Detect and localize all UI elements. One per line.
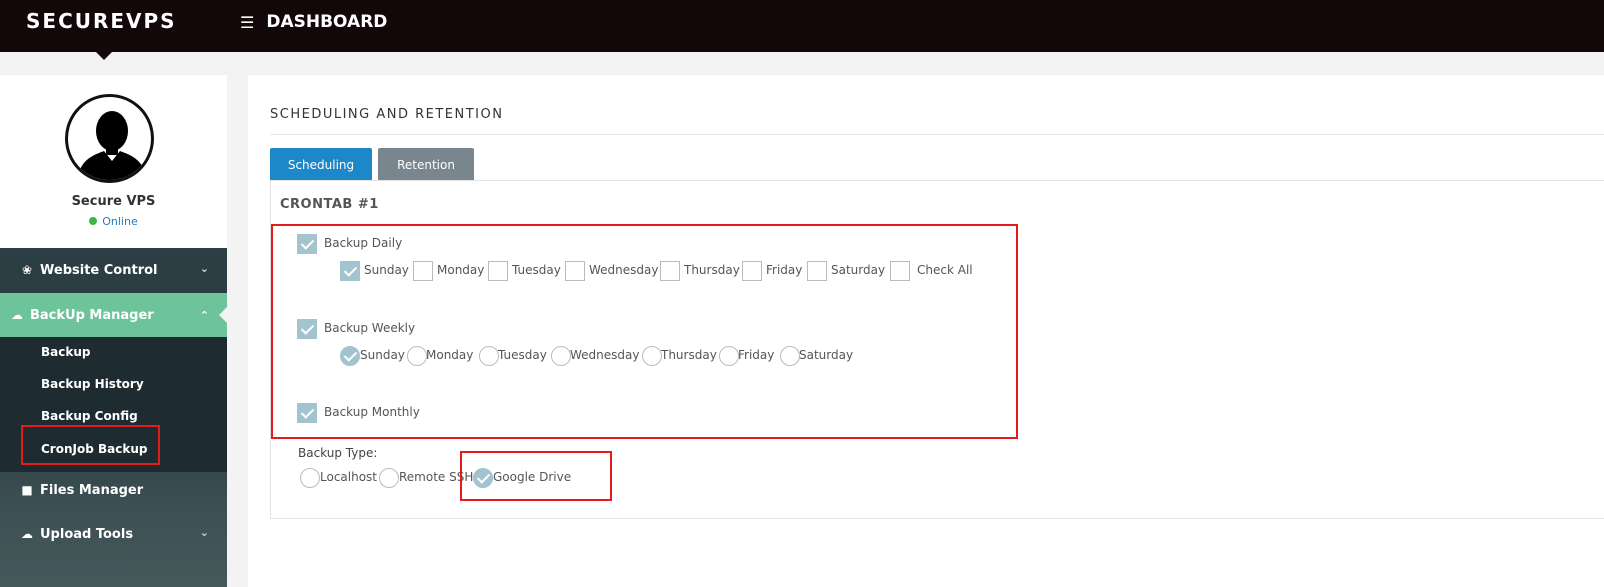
active-indicator — [219, 307, 227, 323]
profile-panel: Secure VPS Online — [0, 75, 227, 248]
chevron-down-icon: ⌄ — [199, 262, 209, 275]
sidebar-item-label: BackUp Manager — [30, 307, 154, 323]
sidebar-nav: ❀ Website Control ⌄ ☁ BackUp Manager ⌃ B… — [0, 248, 227, 587]
menu-toggle-button[interactable]: ☰ DASHBOARD — [240, 12, 387, 32]
sidebar-item-label: Files Manager — [40, 482, 144, 498]
tab-retention[interactable]: Retention — [378, 148, 474, 181]
chevron-up-icon: ⌃ — [199, 309, 209, 322]
backup-type-localhost-radio[interactable] — [300, 468, 320, 488]
sidebar-item-label: Upload Tools — [40, 526, 134, 542]
submenu-backup-config[interactable]: Backup Config — [41, 409, 138, 423]
sidebar-item-label: Website Control — [40, 262, 158, 278]
hamburger-icon: ☰ — [240, 12, 255, 32]
status-text: Online — [102, 215, 138, 228]
cloud-upload-icon: ☁ — [21, 527, 33, 541]
top-bar: SECUREVPS ☰ DASHBOARD — [0, 0, 1604, 52]
sidebar-item-files-manager[interactable]: ■ Files Manager — [0, 468, 227, 512]
profile-name: Secure VPS — [71, 194, 156, 209]
highlight-box — [460, 451, 612, 501]
sidebar: Secure VPS Online ❀ Website Control ⌄ ☁ … — [0, 75, 227, 587]
submenu-backup-history[interactable]: Backup History — [41, 377, 144, 391]
backup-type-remote-ssh-radio[interactable] — [379, 468, 399, 488]
brand-caret-icon — [96, 52, 112, 60]
backup-type-label: Backup Type: — [298, 446, 378, 460]
user-silhouette-icon — [76, 111, 148, 180]
backup-type-option-label: Localhost — [320, 470, 378, 484]
folder-icon: ■ — [21, 483, 33, 497]
online-dot-icon — [89, 217, 98, 225]
sidebar-item-upload-tools[interactable]: ☁ Upload Tools ⌄ — [0, 512, 227, 556]
divider — [270, 134, 1604, 135]
brand-logo[interactable]: SECUREVPS — [26, 9, 177, 33]
status-badge: Online — [0, 215, 227, 228]
sidebar-item-backup-manager[interactable]: ☁ BackUp Manager ⌃ — [0, 293, 227, 337]
dashboard-icon: ❀ — [21, 263, 33, 277]
highlight-box — [271, 224, 1018, 439]
sidebar-item-website-control[interactable]: ❀ Website Control ⌄ — [0, 248, 227, 292]
crontab-title: CRONTAB #1 — [280, 197, 379, 212]
page-title: DASHBOARD — [266, 12, 388, 32]
cloud-download-icon: ☁ — [11, 308, 23, 322]
highlight-box — [21, 425, 160, 465]
section-title: SCHEDULING AND RETENTION — [270, 107, 504, 122]
chevron-down-icon: ⌄ — [199, 526, 209, 539]
avatar — [65, 94, 154, 183]
submenu-backup[interactable]: Backup — [41, 345, 90, 359]
tab-scheduling[interactable]: Scheduling — [270, 148, 372, 181]
